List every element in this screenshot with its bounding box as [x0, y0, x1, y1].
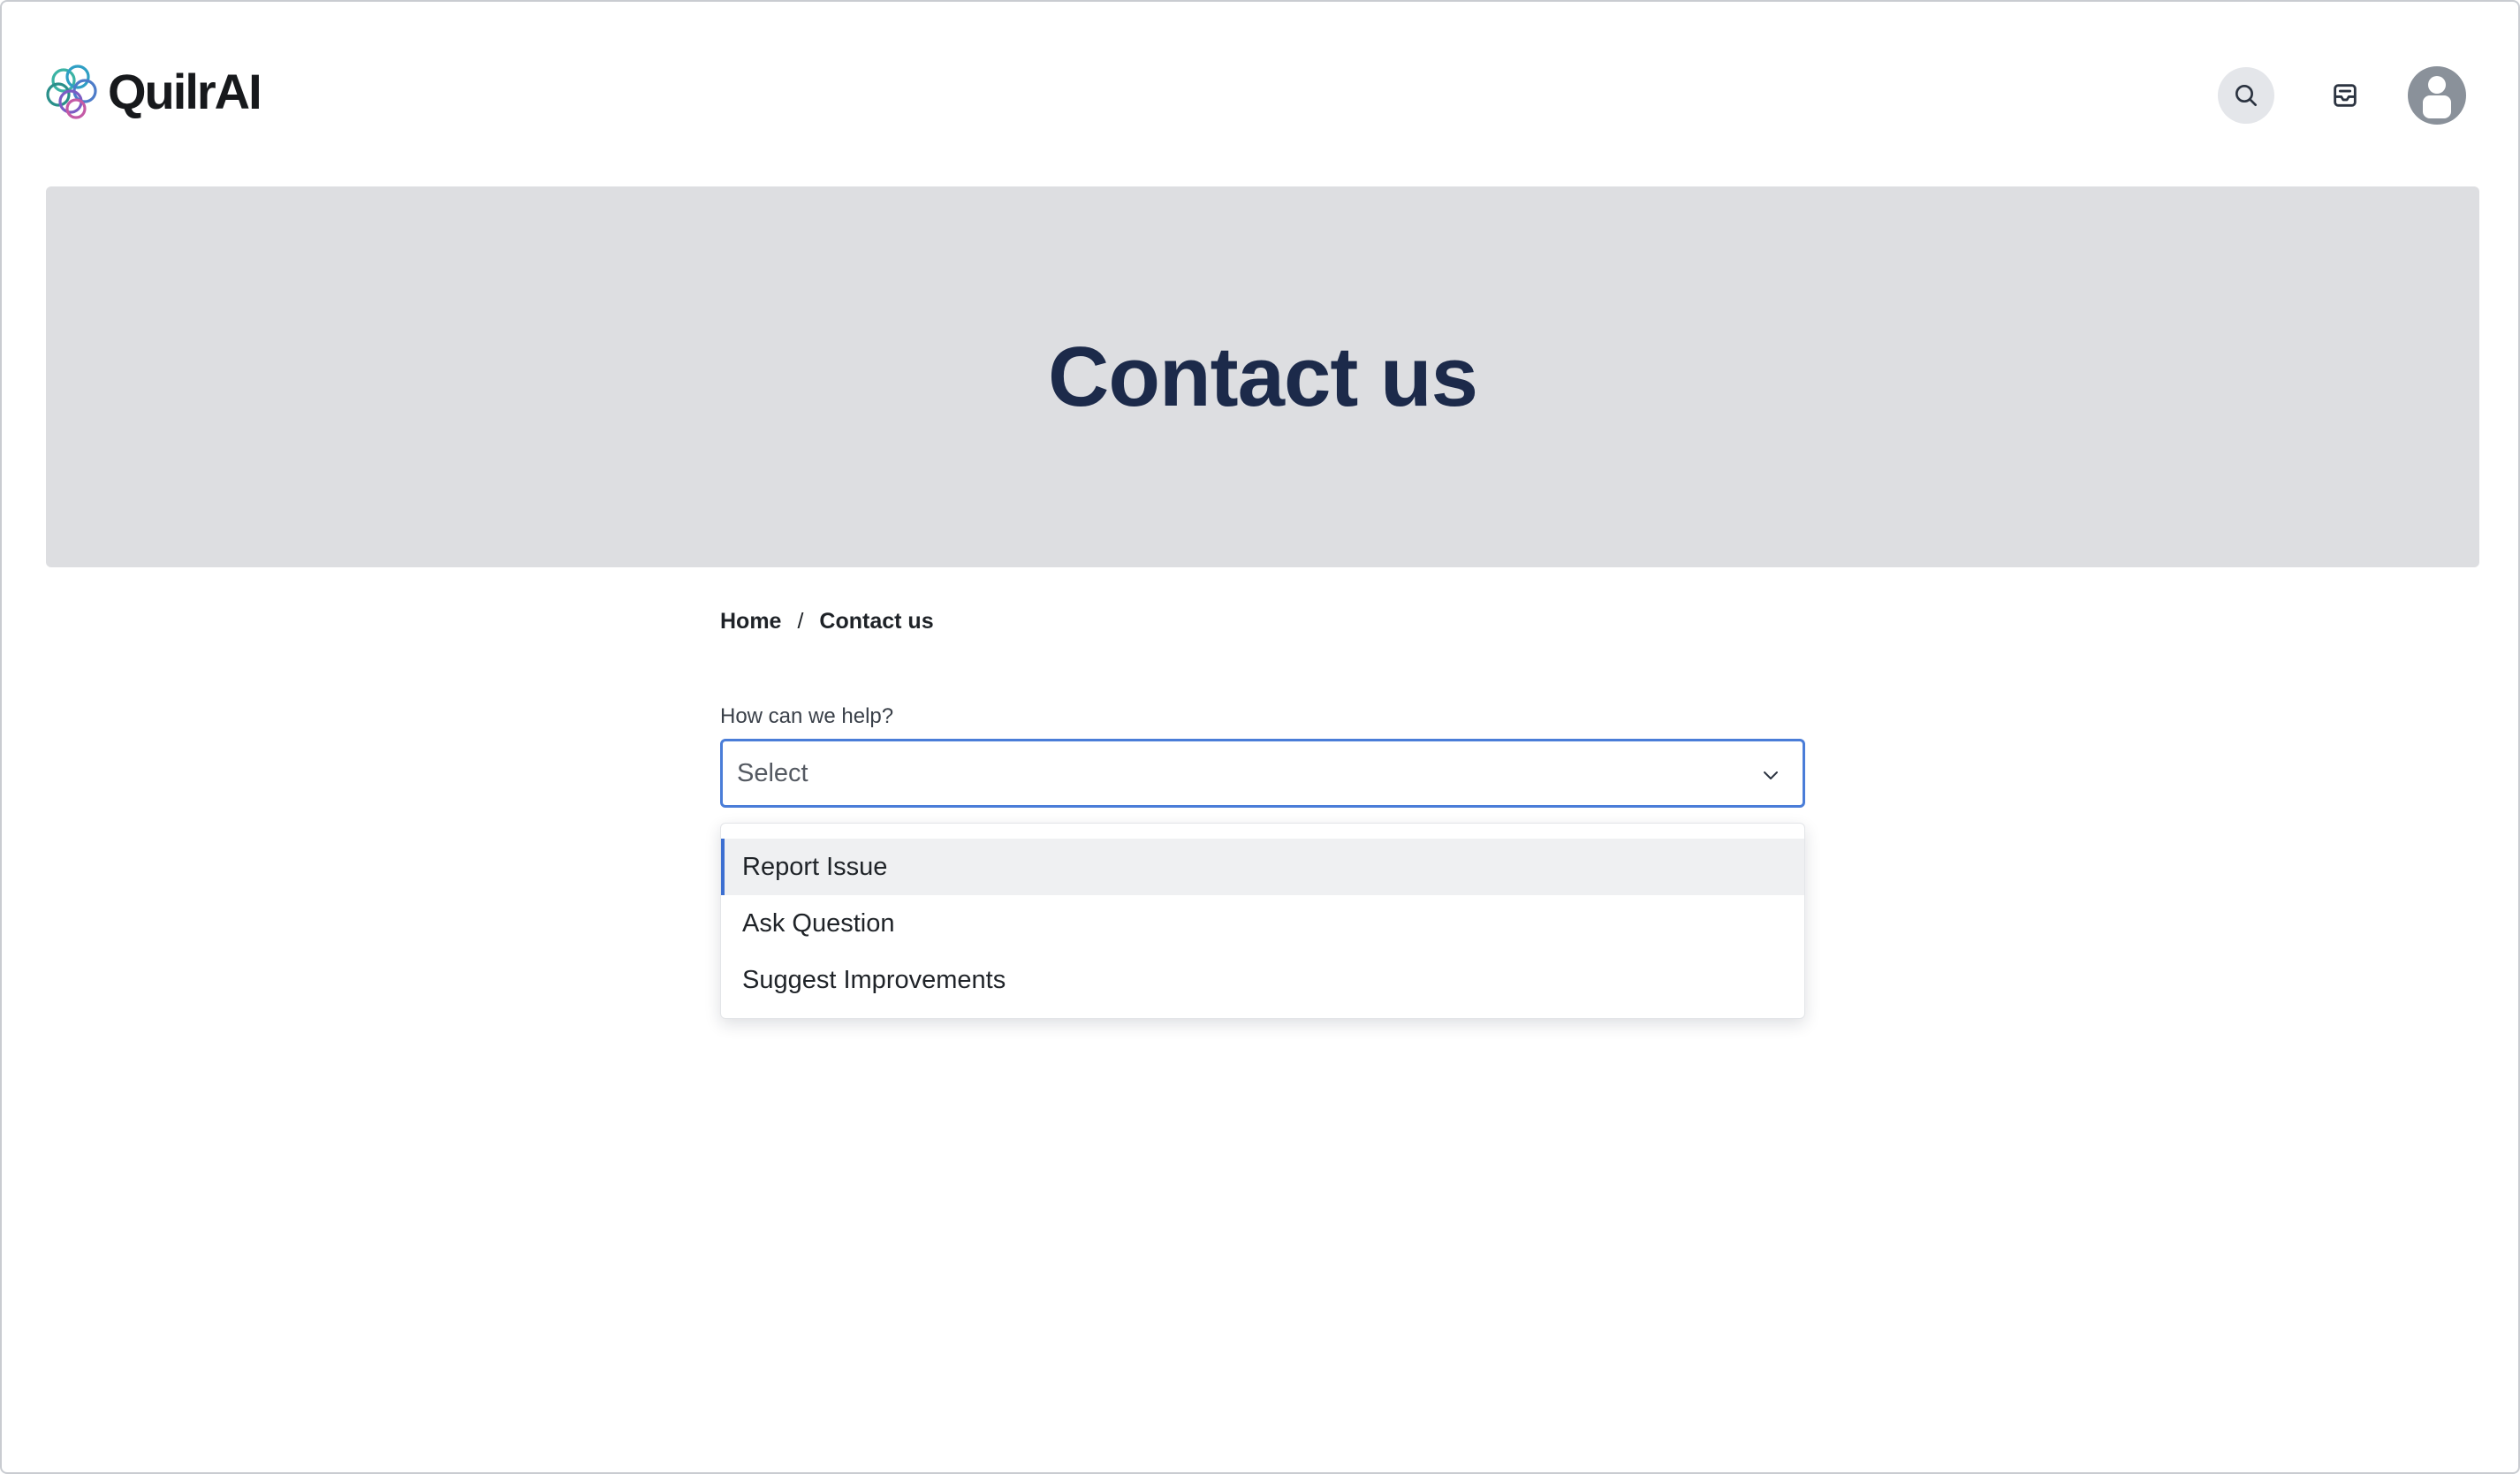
breadcrumb-home-link[interactable]: Home [720, 609, 781, 634]
option-suggest-improvements[interactable]: Suggest Improvements [721, 952, 1804, 1008]
inbox-button[interactable] [2317, 67, 2373, 124]
user-avatar-icon [2423, 76, 2451, 118]
browser-frame: QuilrAI Contact us Home / Contact us How… [0, 0, 2520, 1474]
option-report-issue[interactable]: Report Issue [721, 839, 1804, 895]
search-button[interactable] [2218, 67, 2274, 124]
user-avatar[interactable] [2408, 66, 2466, 125]
select-value: Select [737, 758, 808, 787]
option-ask-question[interactable]: Ask Question [721, 895, 1804, 952]
search-icon [2235, 85, 2257, 106]
inbox-icon [2334, 84, 2357, 107]
brand-logo[interactable]: QuilrAI [44, 60, 262, 122]
hero-banner: Contact us [46, 186, 2479, 567]
help-field-label: How can we help? [720, 704, 894, 728]
site-header: QuilrAI [2, 2, 2518, 187]
breadcrumb: Home / Contact us [720, 608, 934, 634]
page-title: Contact us [1047, 329, 1478, 424]
brand-name: QuilrAI [108, 63, 262, 119]
help-topic-dropdown: Report Issue Ask Question Suggest Improv… [720, 823, 1805, 1019]
chevron-down-icon [1764, 771, 1778, 779]
quilrai-logo-icon [46, 65, 97, 119]
help-topic-select[interactable]: Select [720, 739, 1805, 808]
breadcrumb-current[interactable]: Contact us [819, 609, 933, 634]
breadcrumb-separator: / [797, 608, 804, 634]
